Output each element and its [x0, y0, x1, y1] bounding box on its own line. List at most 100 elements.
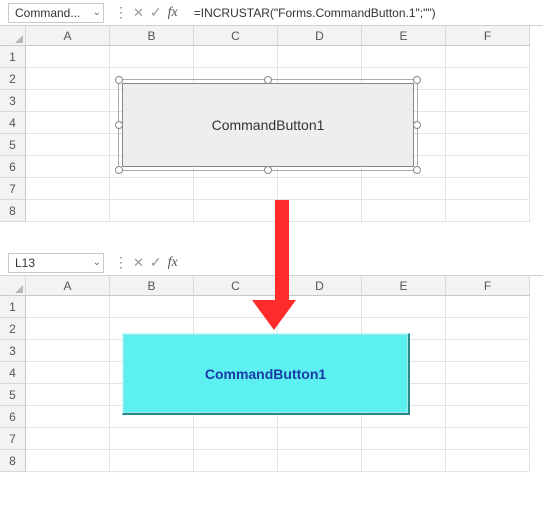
cell[interactable] [362, 428, 446, 450]
name-box[interactable]: L13 ⌄ [8, 253, 104, 273]
name-box[interactable]: Command... ⌄ [8, 3, 104, 23]
cell[interactable] [446, 428, 530, 450]
cancel-icon[interactable]: ✕ [133, 5, 144, 21]
cell[interactable] [26, 46, 110, 68]
cancel-icon[interactable]: ✕ [133, 255, 144, 271]
cell[interactable] [26, 90, 110, 112]
cell[interactable] [26, 340, 110, 362]
row-header[interactable]: 3 [0, 340, 26, 362]
cell[interactable] [110, 450, 194, 472]
select-all-corner[interactable] [0, 26, 26, 46]
row-header[interactable]: 8 [0, 450, 26, 472]
cell[interactable] [446, 112, 530, 134]
row-header[interactable]: 5 [0, 384, 26, 406]
cell[interactable] [26, 428, 110, 450]
cell[interactable] [446, 200, 530, 222]
row-header[interactable]: 1 [0, 46, 26, 68]
cell[interactable] [26, 406, 110, 428]
chevron-down-icon[interactable]: ⌄ [93, 7, 101, 18]
col-header[interactable]: E [362, 26, 446, 46]
col-header[interactable]: E [362, 276, 446, 296]
cell[interactable] [26, 318, 110, 340]
cell[interactable] [26, 362, 110, 384]
col-header[interactable]: B [110, 26, 194, 46]
cell[interactable] [194, 428, 278, 450]
cell[interactable] [110, 200, 194, 222]
more-icon[interactable]: ⋮ [114, 254, 127, 271]
cell[interactable] [446, 340, 530, 362]
cell[interactable] [110, 428, 194, 450]
cell[interactable] [110, 296, 194, 318]
cell[interactable] [446, 134, 530, 156]
col-header[interactable]: D [278, 276, 362, 296]
row-header[interactable]: 4 [0, 362, 26, 384]
enter-icon[interactable]: ✓ [150, 4, 162, 21]
cell[interactable] [362, 178, 446, 200]
cell[interactable] [278, 428, 362, 450]
cell[interactable] [278, 450, 362, 472]
row-header[interactable]: 4 [0, 112, 26, 134]
cell[interactable] [26, 450, 110, 472]
row-header[interactable]: 2 [0, 318, 26, 340]
cell[interactable] [26, 200, 110, 222]
cell[interactable] [446, 296, 530, 318]
cell[interactable] [446, 406, 530, 428]
row-header[interactable]: 7 [0, 178, 26, 200]
cell[interactable] [362, 200, 446, 222]
col-header[interactable]: D [278, 26, 362, 46]
cell[interactable] [362, 46, 446, 68]
col-header[interactable]: C [194, 276, 278, 296]
cell[interactable] [194, 296, 278, 318]
worksheet-grid[interactable]: A B C D E F 1 2 3 4 5 6 7 8 CommandButto… [0, 276, 543, 472]
cell[interactable] [446, 90, 530, 112]
formula-input[interactable] [188, 253, 543, 273]
row-header[interactable]: 7 [0, 428, 26, 450]
col-header[interactable]: F [446, 276, 530, 296]
cell[interactable] [446, 384, 530, 406]
worksheet-grid[interactable]: A B C D E F 1 2 3 4 5 6 7 8 CommandButto… [0, 26, 543, 222]
cell[interactable] [278, 296, 362, 318]
cell[interactable] [26, 296, 110, 318]
cell[interactable] [362, 296, 446, 318]
row-header[interactable]: 8 [0, 200, 26, 222]
col-header[interactable]: A [26, 276, 110, 296]
cell[interactable] [446, 46, 530, 68]
cell[interactable] [278, 46, 362, 68]
cell[interactable] [194, 46, 278, 68]
cell[interactable] [26, 68, 110, 90]
cell[interactable] [362, 450, 446, 472]
cell[interactable] [446, 68, 530, 90]
col-header[interactable]: C [194, 26, 278, 46]
cell[interactable] [110, 178, 194, 200]
cell[interactable] [110, 46, 194, 68]
cell[interactable] [194, 178, 278, 200]
cell[interactable] [26, 384, 110, 406]
fx-icon[interactable]: fx [168, 5, 178, 21]
more-icon[interactable]: ⋮ [114, 4, 127, 21]
row-header[interactable]: 6 [0, 406, 26, 428]
row-header[interactable]: 3 [0, 90, 26, 112]
row-header[interactable]: 5 [0, 134, 26, 156]
cell[interactable] [194, 200, 278, 222]
row-header[interactable]: 1 [0, 296, 26, 318]
fx-icon[interactable]: fx [168, 255, 178, 271]
col-header[interactable]: A [26, 26, 110, 46]
command-button-styled[interactable]: CommandButton1 [122, 333, 410, 415]
select-all-corner[interactable] [0, 276, 26, 296]
cell[interactable] [26, 134, 110, 156]
col-header[interactable]: F [446, 26, 530, 46]
cell[interactable] [278, 200, 362, 222]
formula-input[interactable]: =INCRUSTAR("Forms.CommandButton.1";"") [188, 3, 543, 23]
command-button-design[interactable]: CommandButton1 [122, 83, 414, 167]
row-header[interactable]: 6 [0, 156, 26, 178]
col-header[interactable]: B [110, 276, 194, 296]
cell[interactable] [446, 156, 530, 178]
cell[interactable] [26, 112, 110, 134]
cell[interactable] [26, 156, 110, 178]
cell[interactable] [278, 178, 362, 200]
row-header[interactable]: 2 [0, 68, 26, 90]
chevron-down-icon[interactable]: ⌄ [93, 257, 101, 268]
cell[interactable] [446, 450, 530, 472]
enter-icon[interactable]: ✓ [150, 254, 162, 271]
cell[interactable] [26, 178, 110, 200]
